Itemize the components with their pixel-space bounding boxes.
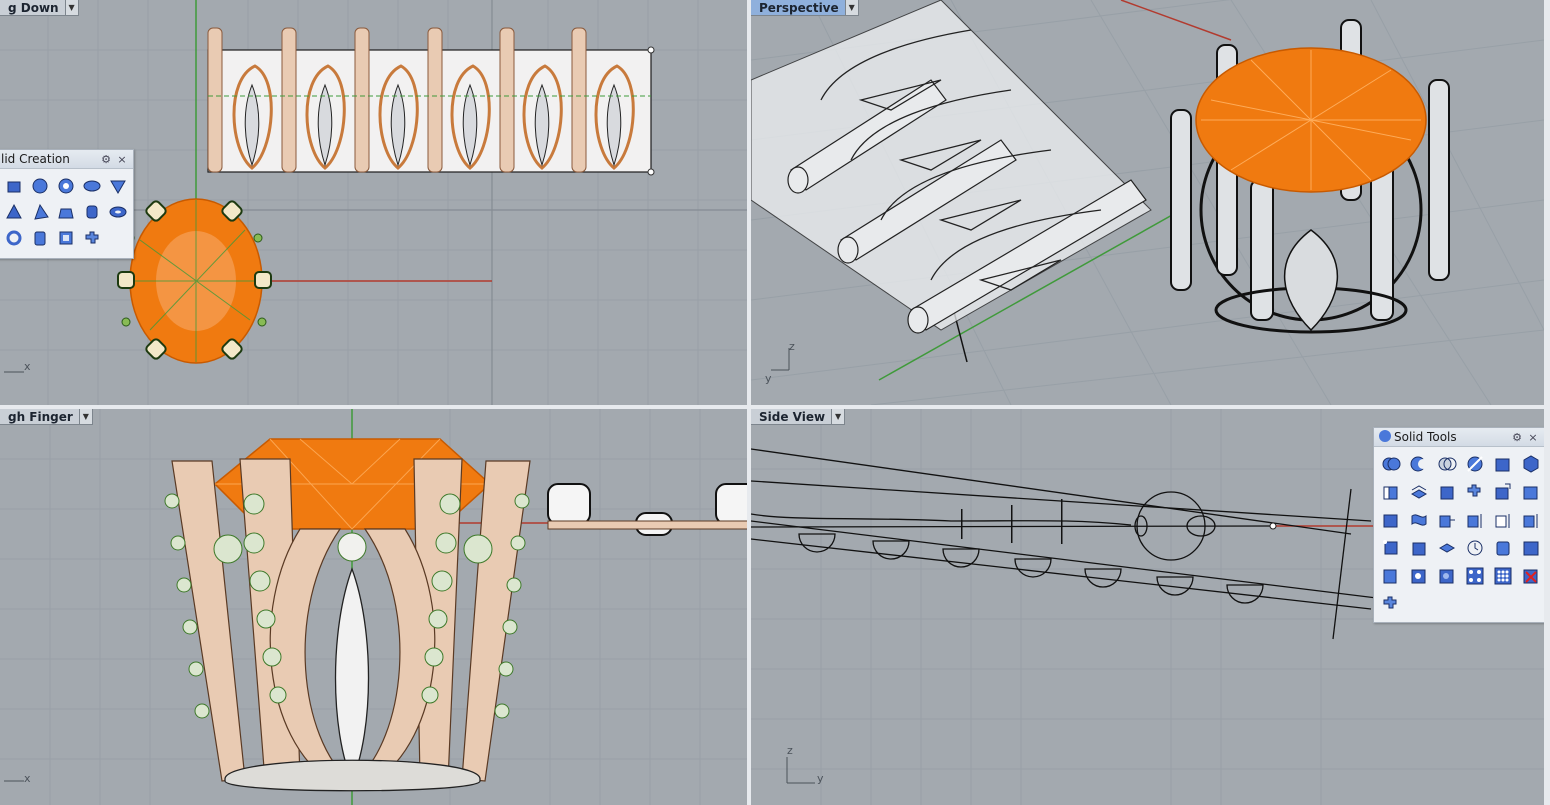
panel-title: Solid Tools <box>1394 430 1457 444</box>
move-edge-icon[interactable] <box>1436 509 1458 531</box>
pipe-tool-icon[interactable] <box>29 227 51 249</box>
wire-cut-icon[interactable] <box>1408 537 1430 559</box>
extract-surface-icon[interactable] <box>1520 453 1542 475</box>
split-face-icon[interactable] <box>1520 481 1542 503</box>
ellipsoid-tool-icon[interactable] <box>81 175 103 197</box>
viewport-top-left[interactable]: x g Down ▼ lid Creation ⚙ × <box>0 0 747 405</box>
viewport-top-right[interactable]: z y Perspective ▼ <box>751 0 1544 405</box>
axis-label-y: y <box>765 372 772 385</box>
chevron-down-icon[interactable]: ▼ <box>78 409 93 425</box>
merge-edge-icon[interactable] <box>1492 509 1514 531</box>
move-hole-icon[interactable] <box>1436 565 1458 587</box>
boolean-intersection-icon[interactable] <box>1436 453 1458 475</box>
viewport-separator-vertical[interactable] <box>747 0 751 805</box>
viewport-title-top-left[interactable]: g Down ▼ <box>0 0 79 16</box>
twist-icon[interactable] <box>1408 509 1430 531</box>
fillet-edge-icon[interactable] <box>1380 481 1402 503</box>
viewport-bottom-right[interactable]: z y Side View ▼ Solid Tools ⚙ × <box>751 409 1544 805</box>
viewport-name[interactable]: Perspective <box>751 0 845 16</box>
viewport-separator-horizontal[interactable] <box>0 405 1550 409</box>
solid-creation-panel: lid Creation ⚙ × <box>0 149 134 259</box>
panel-header[interactable]: Solid Tools ⚙ × <box>1374 428 1544 447</box>
place-hole-icon[interactable] <box>1408 565 1430 587</box>
gear-icon[interactable]: ⚙ <box>1510 431 1524 444</box>
panel-header[interactable]: lid Creation ⚙ × <box>0 150 133 169</box>
cone-tool-icon[interactable] <box>3 201 25 223</box>
chevron-down-icon[interactable]: ▼ <box>844 0 859 16</box>
gumball-solid-icon[interactable] <box>1380 537 1402 559</box>
viewport-name[interactable]: g Down <box>0 0 65 16</box>
cap-planar-holes-icon[interactable] <box>1492 453 1514 475</box>
chamfer-edge-icon[interactable] <box>1408 481 1430 503</box>
array-hole-grid-icon[interactable] <box>1492 565 1514 587</box>
cylinder-tool-icon[interactable] <box>81 201 103 223</box>
solid-tools-panel: Solid Tools ⚙ × <box>1373 427 1544 623</box>
boolean-difference-icon[interactable] <box>1408 453 1430 475</box>
tool-grid <box>1374 447 1544 621</box>
viewport-bottom-left[interactable]: x gh Finger ▼ <box>0 409 747 805</box>
axis-label-z: z <box>787 744 793 757</box>
viewport-title-top-right[interactable]: Perspective ▼ <box>751 0 859 16</box>
axis-label-x: x <box>24 360 31 373</box>
solid-tools-icon <box>1378 429 1394 446</box>
puzzle-tool-icon[interactable] <box>81 227 103 249</box>
split-edge-icon[interactable] <box>1464 509 1486 531</box>
array-hole-icon[interactable] <box>1464 565 1486 587</box>
extrude-tool-icon[interactable] <box>55 227 77 249</box>
chevron-down-icon[interactable]: ▼ <box>831 409 846 425</box>
rebuild-edge-icon[interactable] <box>1520 509 1542 531</box>
axis-label-z: z <box>789 340 795 353</box>
history-icon[interactable] <box>1464 537 1486 559</box>
right-edge-strip <box>1544 0 1550 805</box>
move-face-icon[interactable] <box>1492 481 1514 503</box>
round-hole-icon[interactable] <box>1380 565 1402 587</box>
boolean-union-icon[interactable] <box>1380 453 1402 475</box>
axis-label-x: x <box>24 772 31 785</box>
scene-perspective-view <box>751 0 1544 405</box>
puzzle-tool-icon[interactable] <box>1380 593 1402 615</box>
paraboloid-tool-icon[interactable] <box>107 175 129 197</box>
viewport-name[interactable]: Side View <box>751 409 832 425</box>
delete-hole-icon[interactable] <box>1520 565 1542 587</box>
axis-label-y: y <box>817 772 824 785</box>
tool-grid <box>0 169 133 255</box>
slab-icon[interactable] <box>1436 537 1458 559</box>
scene-front-view <box>0 409 747 805</box>
close-icon[interactable]: × <box>1526 431 1540 444</box>
chevron-down-icon[interactable]: ▼ <box>64 0 79 16</box>
truncated-cone-tool-icon[interactable] <box>55 201 77 223</box>
panel-title: lid Creation <box>1 152 70 166</box>
make-hole-icon[interactable] <box>1520 537 1542 559</box>
viewport-title-bottom-left[interactable]: gh Finger ▼ <box>0 409 93 425</box>
boolean-split-icon[interactable] <box>1464 453 1486 475</box>
offset-solid-icon[interactable] <box>1380 509 1402 531</box>
tube-tool-icon[interactable] <box>3 227 25 249</box>
box-tool-icon[interactable] <box>3 175 25 197</box>
viewport-title-bottom-right[interactable]: Side View ▼ <box>751 409 846 425</box>
close-icon[interactable]: × <box>115 153 129 166</box>
sphere-tool-icon[interactable] <box>29 175 51 197</box>
rib-icon[interactable] <box>1492 537 1514 559</box>
puzzle-tool-icon[interactable] <box>1464 481 1486 503</box>
viewport-name[interactable]: gh Finger <box>0 409 79 425</box>
pyramid-tool-icon[interactable] <box>29 201 51 223</box>
shell-icon[interactable] <box>1436 481 1458 503</box>
gear-icon[interactable]: ⚙ <box>99 153 113 166</box>
torus-tool-icon[interactable] <box>107 201 129 223</box>
sphere-options-tool-icon[interactable] <box>55 175 77 197</box>
